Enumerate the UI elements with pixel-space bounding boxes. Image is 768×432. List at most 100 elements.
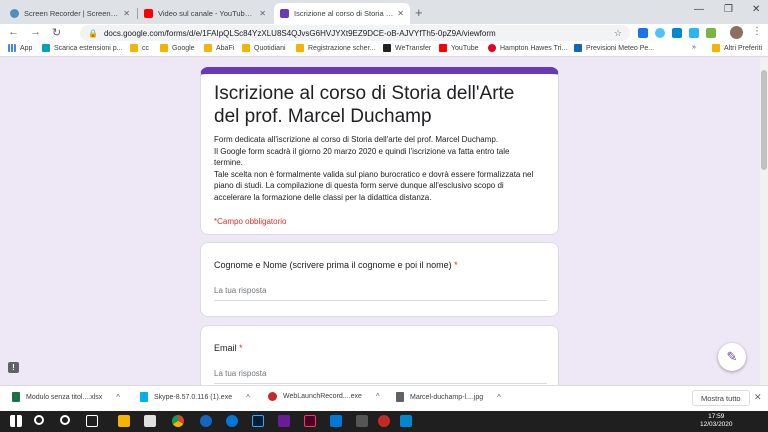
lock-icon[interactable]: 🔒 [88,29,98,38]
folder-icon [160,44,168,52]
bookmark-label: Google [172,44,195,52]
chevron-up-icon[interactable]: ^ [246,393,250,402]
task-view-icon[interactable] [86,415,98,427]
question-label: Cognome e Nome (scrivere prima il cognom… [214,260,452,270]
download-item[interactable]: Marcel-duchamp-l....jpg ^ [396,392,501,402]
app-icon[interactable] [330,415,342,427]
bookmark-label: App [20,44,33,52]
edge-icon[interactable] [226,415,238,427]
extension-icon[interactable] [672,28,682,38]
bookmark-star-icon[interactable]: ☆ [614,28,622,39]
bookmark-item[interactable]: WeTransfer [383,44,431,52]
chevron-up-icon[interactable]: ^ [497,393,501,402]
close-icon[interactable]: ✕ [397,9,404,18]
download-shelf: Modulo senza titol....xlsx ^ Skype-8.57.… [0,385,768,411]
reload-button[interactable]: ↻ [52,26,61,39]
youtube-icon [439,44,447,52]
bookmark-item[interactable]: Scarica estensioni p... [42,44,122,52]
extension-icon[interactable] [638,28,648,38]
windows-start-icon[interactable] [10,415,22,427]
bookmark-item[interactable]: Hampton Hawes Tri... [488,44,567,52]
app-icon[interactable] [356,415,368,427]
bookmark-folder[interactable]: Registrazione scher... [296,44,375,52]
tab-title: Iscrizione al corso di Storia dell'Arte … [294,9,394,18]
screencast-icon [268,392,277,401]
show-all-downloads-button[interactable]: Mostra tutto [692,390,750,406]
extension-icon[interactable] [689,28,699,38]
description-line: Tale scelta non è formalmente valida sul… [214,169,534,179]
apps-grid-icon [8,44,16,52]
bookmark-folder[interactable]: Google [160,44,195,52]
tab-screen-recorder[interactable]: Screen Recorder | Screencast-O-Matic ✕ [4,3,136,24]
close-icon[interactable]: ✕ [259,9,266,18]
more-bookmarks-button[interactable]: » [692,44,696,51]
folder-icon [130,44,138,52]
download-item[interactable]: Skype-8.57.0.116 (1).exe ^ [140,392,250,402]
indesign-icon[interactable] [304,415,316,427]
bookmark-label: WeTransfer [395,44,432,52]
bookmark-label: Hampton Hawes Tri... [500,44,568,52]
excel-icon [12,392,20,402]
tab-title: Video sul canale - YouTube Studio [158,9,255,18]
question-card-name: Cognome e Nome (scrivere prima il cognom… [200,242,559,317]
scrollbar-thumb[interactable] [761,70,767,170]
edit-pencil-button[interactable]: ✎ [718,343,746,371]
bookmark-other-folder[interactable]: Altri Preferiti [712,44,762,52]
avatar[interactable] [730,26,743,39]
url-text[interactable]: docs.google.com/forms/d/e/1FAIpQLSc84YzX… [104,29,496,38]
question-title: Cognome e Nome (scrivere prima il cognom… [214,260,458,270]
window-close-button[interactable]: ✕ [752,4,760,15]
bookmark-item[interactable]: Previsioni Meteo Pe... [574,44,654,52]
app-icon[interactable] [278,415,290,427]
chevron-up-icon[interactable]: ^ [376,392,380,401]
extension-icon[interactable] [706,28,716,38]
app-icon[interactable] [400,415,412,427]
form-page: Iscrizione al corso di Storia dell'Arte … [0,58,768,385]
firefox-icon[interactable] [200,415,212,427]
cortana-icon[interactable] [60,415,70,425]
download-item[interactable]: WebLaunchRecord....exe ^ [268,392,380,401]
extension-icon [42,44,50,52]
chrome-menu-button[interactable]: ⋮ [752,26,762,37]
extension-icon[interactable] [655,28,665,38]
app-icon[interactable] [378,415,390,427]
tab-youtube-studio[interactable]: Video sul canale - YouTube Studio ✕ [138,3,272,24]
bookmark-folder[interactable]: Quotidiani [242,44,286,52]
download-filename: WebLaunchRecord....exe [283,393,362,400]
download-filename: Skype-8.57.0.116 (1).exe [154,393,233,401]
back-button[interactable]: ← [8,26,19,38]
chevron-up-icon[interactable]: ^ [116,393,120,402]
meteo-icon [574,44,582,52]
close-icon[interactable]: ✕ [123,9,130,18]
file-explorer-icon[interactable] [118,415,130,427]
folder-icon [242,44,250,52]
bookmark-apps[interactable]: App [8,44,32,52]
bookmark-item[interactable]: YouTube [439,44,479,52]
bookmark-label: Altri Preferiti [724,44,763,52]
question-card-email: Email * La tua risposta [200,325,559,385]
bookmark-folder[interactable]: AbaFi [204,44,234,52]
name-answer-input[interactable]: La tua risposta [214,286,547,301]
bookmark-folder[interactable]: cc [130,44,149,52]
email-answer-input[interactable]: La tua risposta [214,369,547,384]
address-bar[interactable]: 🔒 docs.google.com/forms/d/e/1FAIpQLSc84Y… [80,25,630,41]
folder-icon [296,44,304,52]
photoshop-icon[interactable] [252,415,264,427]
chrome-icon[interactable] [172,415,184,427]
search-icon[interactable] [34,415,44,425]
feedback-icon[interactable]: ! [8,362,19,373]
taskbar-clock[interactable]: 17:59 12/03/2020 [700,413,733,429]
download-item[interactable]: Modulo senza titol....xlsx ^ [12,392,120,402]
question-title: Email * [214,343,243,353]
close-downloads-button[interactable]: ✕ [754,392,762,403]
forward-button[interactable]: → [30,26,41,38]
required-asterisk: * [239,343,243,353]
bookmark-label: Quotidiani [254,44,286,52]
mail-icon[interactable] [144,415,156,427]
minimize-button[interactable]: — [694,4,704,15]
bookmark-label: AbaFi [216,44,235,52]
tab-google-form[interactable]: Iscrizione al corso di Storia dell'Arte … [274,3,410,24]
wetransfer-icon [383,44,391,52]
maximize-button[interactable]: ❐ [724,4,733,15]
new-tab-button[interactable]: + [415,5,423,20]
